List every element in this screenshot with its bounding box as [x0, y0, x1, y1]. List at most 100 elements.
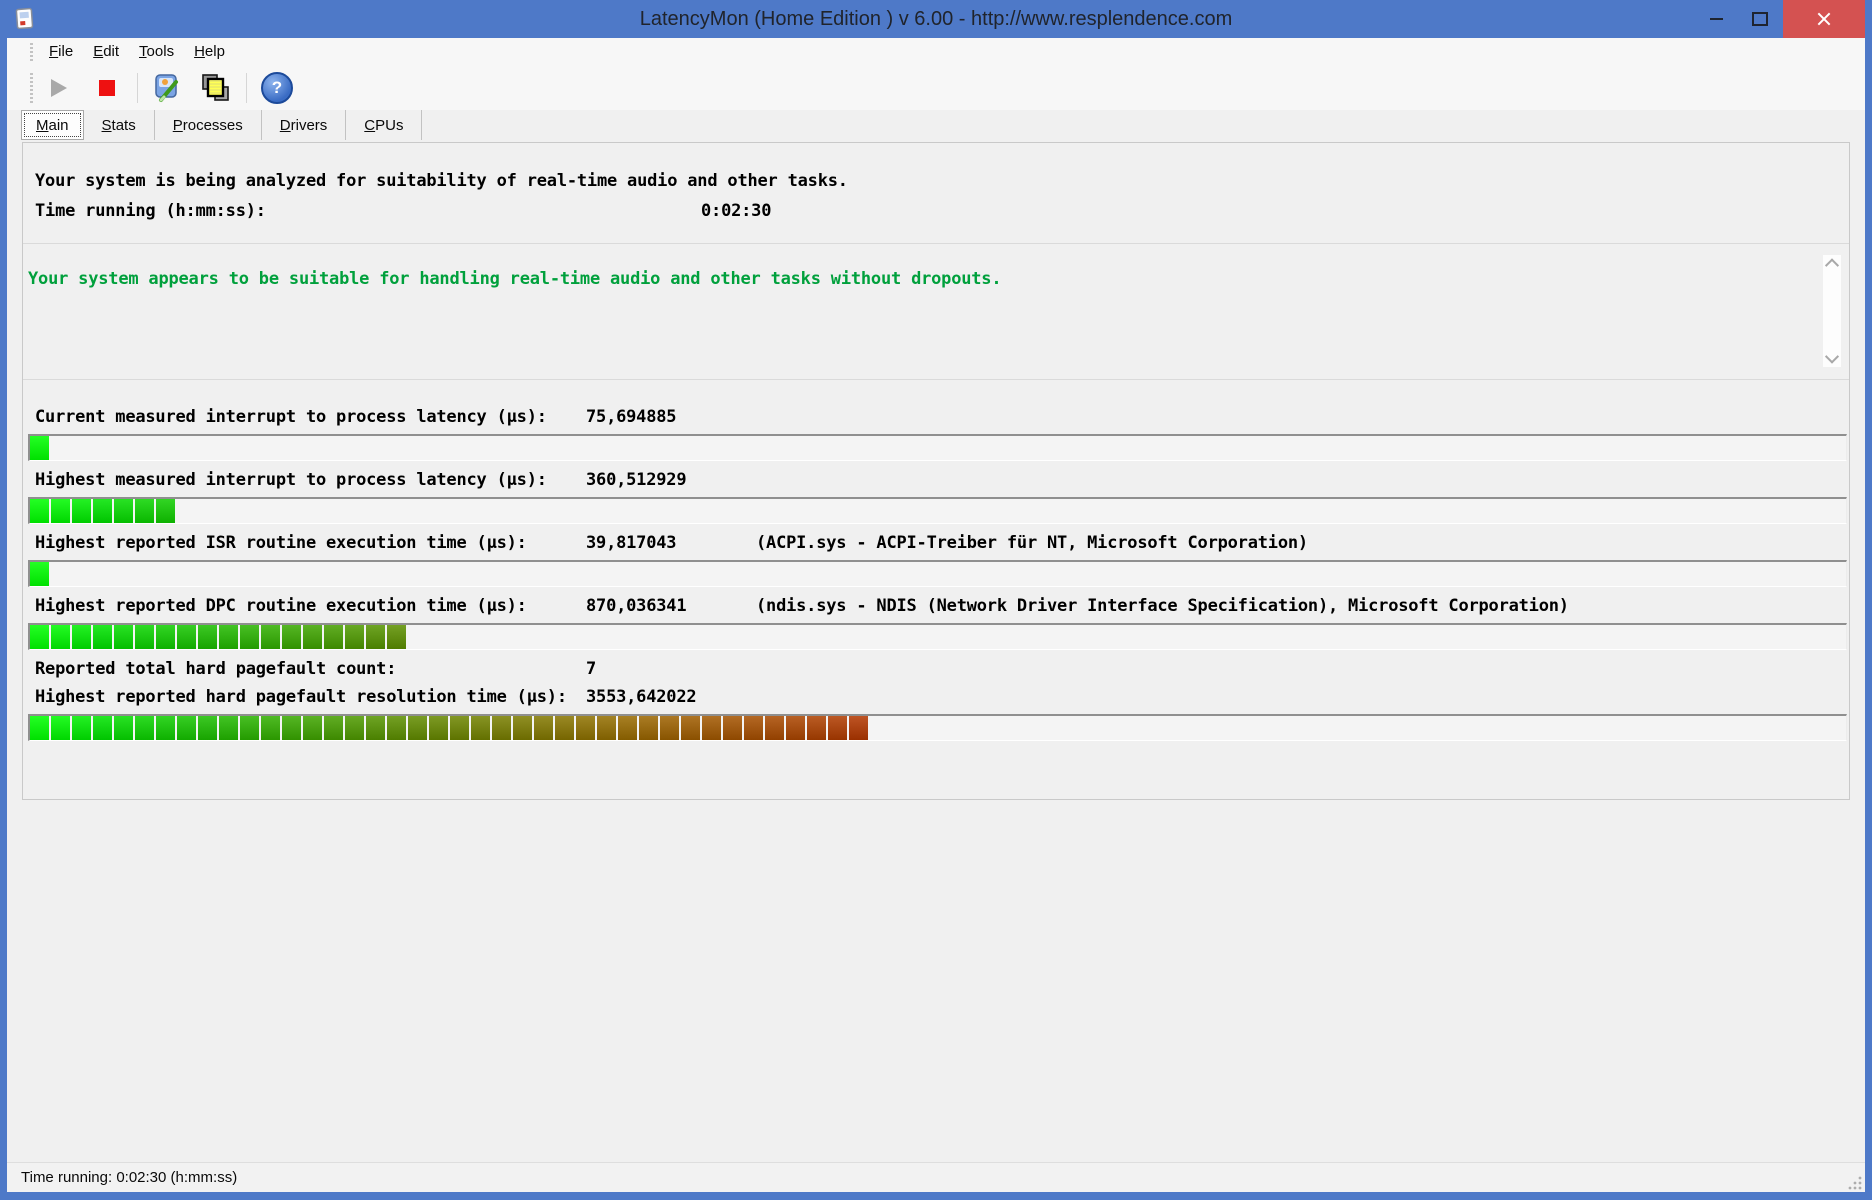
toolbar-separator: [137, 73, 138, 103]
resize-grip[interactable]: [1848, 1175, 1863, 1190]
measurement-label: Highest reported ISR routine execution t…: [35, 533, 527, 553]
bar-segment: [303, 716, 322, 740]
bar-segment: [30, 716, 49, 740]
monitor-pen-icon: [155, 74, 178, 102]
verdict-text: Your system appears to be suitable for h…: [28, 269, 1002, 289]
measurement-value: 3553,642022: [586, 687, 697, 707]
bar-segment: [72, 625, 91, 649]
bar-segment: [261, 716, 280, 740]
minimize-button[interactable]: [1693, 0, 1739, 38]
stop-button[interactable]: [89, 70, 125, 106]
help-button[interactable]: ?: [259, 70, 295, 106]
bar-segment: [408, 716, 427, 740]
bar-segment: [198, 625, 217, 649]
bar-segment: [30, 436, 49, 460]
bar-segment: [849, 716, 868, 740]
bar-segment: [177, 625, 196, 649]
bar-segment: [93, 499, 112, 523]
bar-segment: [471, 716, 490, 740]
bar-segment: [51, 716, 70, 740]
measurement-value: 39,817043: [586, 533, 677, 553]
bar-segment: [366, 625, 385, 649]
time-running-value: 0:02:30: [701, 201, 772, 221]
bar-segment: [114, 625, 133, 649]
maximize-button[interactable]: [1737, 0, 1783, 38]
bar-segment: [156, 625, 175, 649]
bar-segment: [135, 716, 154, 740]
tab-drivers[interactable]: Drivers: [262, 110, 347, 140]
latency-bar: [28, 497, 1847, 524]
bar-segment: [240, 716, 259, 740]
bar-segment: [219, 625, 238, 649]
tab-processes[interactable]: Processes: [155, 110, 262, 140]
tab-stats[interactable]: Stats: [84, 110, 155, 140]
bar-segment: [240, 625, 259, 649]
bar-segment: [534, 716, 553, 740]
bar-segment: [72, 499, 91, 523]
minimize-icon: [1709, 18, 1723, 20]
bar-segment: [282, 716, 301, 740]
resize-grip-icon: [1848, 1176, 1862, 1190]
tab-cpus[interactable]: C PUs: [346, 110, 423, 140]
tab-main[interactable]: Main: [21, 110, 84, 140]
measurement-value: 75,694885: [586, 407, 677, 427]
bar-segment: [681, 716, 700, 740]
verdict-scrollbar[interactable]: [1823, 255, 1841, 367]
status-bar: Time running: 0:02:30 (h:mm:ss): [7, 1162, 1865, 1192]
copy-report-button[interactable]: [198, 70, 234, 106]
bar-segment: [618, 716, 637, 740]
chevron-up-icon: [1824, 258, 1840, 273]
maximize-icon: [1752, 12, 1768, 26]
toolbar-separator: [246, 73, 247, 103]
bar-segment: [765, 716, 784, 740]
bar-segment: [513, 716, 532, 740]
scroll-up-button[interactable]: [1823, 255, 1841, 273]
menubar-gripper[interactable]: [30, 43, 33, 61]
title-bar[interactable]: LatencyMon (Home Edition ) v 6.00 - http…: [0, 0, 1872, 38]
client-area: File Edit Tools Help ? Main Stats P roce…: [7, 38, 1865, 1192]
bar-segment: [30, 499, 49, 523]
bar-segment: [177, 716, 196, 740]
bar-segment: [93, 625, 112, 649]
latency-bar: [28, 560, 1847, 587]
bar-segment: [135, 499, 154, 523]
menu-item-help[interactable]: Help: [184, 40, 235, 64]
measurement-value: 870,036341: [586, 596, 687, 616]
analysis-text: Your system is being analyzed for suitab…: [35, 171, 848, 191]
toolbar-gripper[interactable]: [30, 73, 33, 103]
close-button[interactable]: [1783, 0, 1865, 38]
latency-bar: [28, 434, 1847, 461]
menu-bar: File Edit Tools Help: [7, 38, 1865, 66]
measurement-row: Current measured interrupt to process la…: [23, 407, 1849, 461]
bar-segment: [93, 716, 112, 740]
stacked-windows-icon: [202, 74, 229, 101]
preferences-button[interactable]: [150, 70, 186, 106]
measurement-row: Highest reported hard pagefault resoluti…: [23, 687, 1849, 741]
bar-segment: [744, 716, 763, 740]
bar-segment: [135, 625, 154, 649]
menu-item-edit[interactable]: Edit: [83, 40, 129, 64]
menu-item-tools[interactable]: Tools: [129, 40, 184, 64]
bar-segment: [429, 716, 448, 740]
bar-segment: [72, 716, 91, 740]
menu-item-file[interactable]: File: [39, 40, 83, 64]
measurements-section: Current measured interrupt to process la…: [23, 393, 1849, 750]
measurement-label: Current measured interrupt to process la…: [35, 407, 547, 427]
bar-segment: [786, 716, 805, 740]
bar-segment: [387, 716, 406, 740]
measurement-row: Highest measured interrupt to process la…: [23, 470, 1849, 524]
tab-bar: Main Stats Processes Drivers C PUs: [21, 110, 423, 140]
bar-segment: [30, 562, 49, 586]
start-button[interactable]: [41, 70, 77, 106]
scroll-down-button[interactable]: [1823, 349, 1841, 367]
bar-segment: [597, 716, 616, 740]
bar-segment: [198, 716, 217, 740]
bar-segment: [324, 716, 343, 740]
bar-segment: [261, 625, 280, 649]
bar-segment: [828, 716, 847, 740]
stop-icon: [99, 80, 115, 96]
bar-segment: [639, 716, 658, 740]
bar-segment: [156, 716, 175, 740]
verdict-box: Your system appears to be suitable for h…: [23, 243, 1849, 380]
play-icon: [51, 79, 67, 97]
